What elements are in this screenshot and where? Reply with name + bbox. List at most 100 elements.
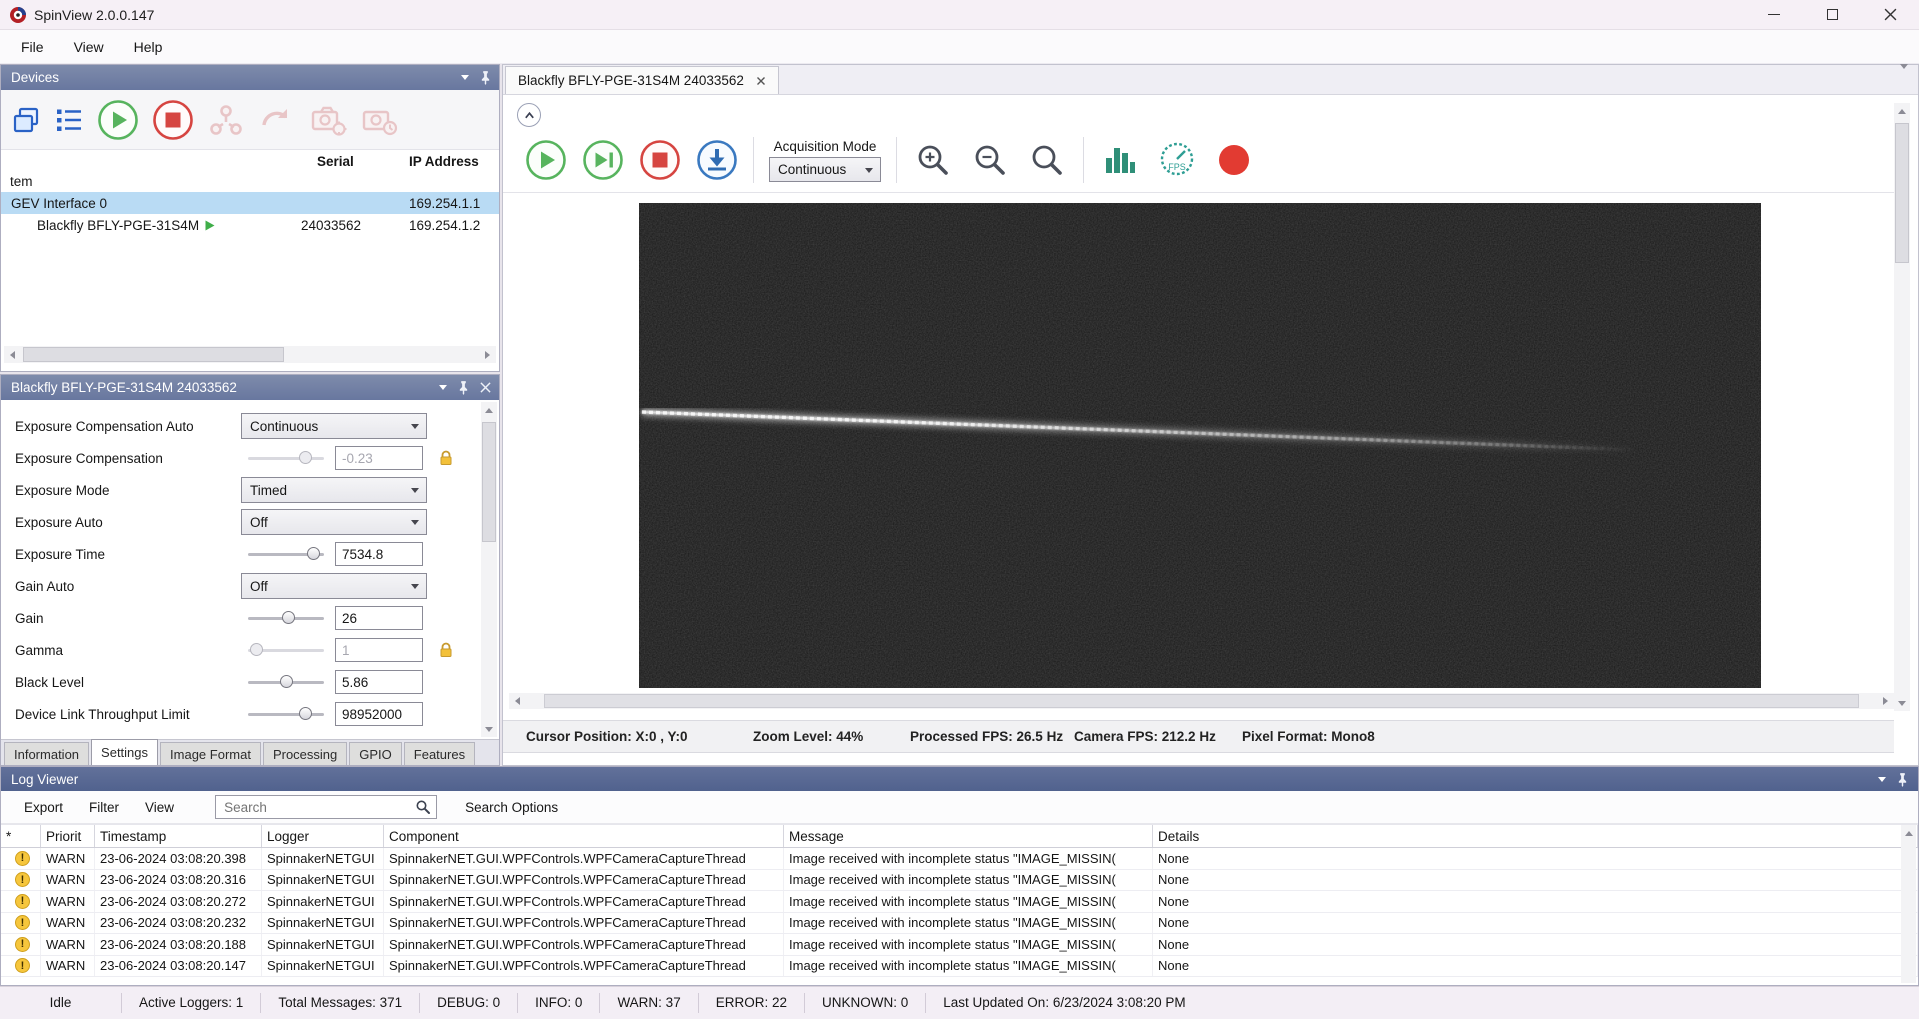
device-list-icon[interactable] xyxy=(54,105,84,135)
scroll-right-button[interactable] xyxy=(1877,693,1894,710)
stop-icon[interactable] xyxy=(639,139,681,181)
camera-image[interactable] xyxy=(639,203,1761,688)
stop-acquisition-icon[interactable] xyxy=(152,99,194,141)
settings-vertical-scrollbar[interactable] xyxy=(481,402,497,737)
slider-thumb[interactable] xyxy=(299,707,312,720)
column-header-timestamp[interactable]: Timestamp xyxy=(95,825,262,847)
column-header-details[interactable]: Details xyxy=(1153,825,1918,847)
gamma-slider[interactable] xyxy=(248,637,324,663)
gain-slider[interactable] xyxy=(248,605,324,631)
tab-overflow-chevron-icon[interactable] xyxy=(1900,69,1908,85)
search-icon[interactable] xyxy=(415,799,431,815)
scroll-down-button[interactable] xyxy=(481,721,497,737)
exposure-compensation-slider[interactable] xyxy=(248,445,324,471)
save-images-icon[interactable] xyxy=(696,139,738,181)
play-single-frame-icon[interactable] xyxy=(582,139,624,181)
menu-view[interactable]: View xyxy=(59,34,119,60)
black-level-slider[interactable] xyxy=(248,669,324,695)
exposure-compensation-input[interactable] xyxy=(335,446,423,470)
log-vertical-scrollbar[interactable] xyxy=(1901,825,1916,983)
panel-menu-chevron-icon[interactable] xyxy=(439,385,447,390)
scrollbar-thumb[interactable] xyxy=(23,347,284,362)
acquisition-mode-dropdown[interactable]: Continuous xyxy=(769,157,881,182)
log-row[interactable]: ! WARN 23-06-2024 03:08:20.147 Spinnaker… xyxy=(1,956,1918,978)
slider-thumb[interactable] xyxy=(282,611,295,624)
pin-icon[interactable] xyxy=(1897,772,1908,787)
scrollbar-thumb[interactable] xyxy=(544,694,1859,708)
start-acquisition-icon[interactable] xyxy=(97,99,139,141)
slider-thumb[interactable] xyxy=(250,643,263,656)
column-header-message[interactable]: Message xyxy=(784,825,1153,847)
slider-thumb[interactable] xyxy=(280,675,293,688)
minimize-button[interactable] xyxy=(1745,0,1803,29)
column-header-priority[interactable]: Priorit xyxy=(41,825,95,847)
log-menu-filter[interactable]: Filter xyxy=(76,795,132,820)
tab-features[interactable]: Features xyxy=(404,742,475,765)
log-row[interactable]: ! WARN 23-06-2024 03:08:20.272 Spinnaker… xyxy=(1,891,1918,913)
image-horizontal-scrollbar[interactable] xyxy=(509,693,1894,709)
tab-close-icon[interactable] xyxy=(756,76,766,86)
exposure-compensation-auto-dropdown[interactable]: Continuous xyxy=(241,413,427,439)
scroll-left-button[interactable] xyxy=(509,693,526,710)
gamma-input[interactable] xyxy=(335,638,423,662)
scroll-up-button[interactable] xyxy=(1894,103,1910,119)
scroll-right-button[interactable] xyxy=(479,346,496,363)
image-vertical-scrollbar[interactable] xyxy=(1894,103,1910,711)
device-link-throughput-slider[interactable] xyxy=(248,701,324,727)
lock-icon[interactable] xyxy=(438,450,454,466)
log-row[interactable]: ! WARN 23-06-2024 03:08:20.398 Spinnaker… xyxy=(1,848,1918,870)
devices-horizontal-scrollbar[interactable] xyxy=(4,346,496,363)
tab-settings[interactable]: Settings xyxy=(91,739,158,765)
collapse-toolbar-button[interactable] xyxy=(517,103,541,127)
scroll-up-button[interactable] xyxy=(1901,825,1917,841)
lock-icon[interactable] xyxy=(438,642,454,658)
log-search-input[interactable] xyxy=(224,800,415,815)
column-header-star[interactable]: * xyxy=(1,825,41,847)
tab-information[interactable]: Information xyxy=(4,742,89,765)
panel-menu-chevron-icon[interactable] xyxy=(1878,777,1886,782)
panel-close-icon[interactable] xyxy=(480,382,491,393)
column-header-item[interactable]: tem xyxy=(10,174,33,189)
exposure-time-input[interactable] xyxy=(335,542,423,566)
log-row[interactable]: ! WARN 23-06-2024 03:08:20.188 Spinnaker… xyxy=(1,934,1918,956)
log-row[interactable]: ! WARN 23-06-2024 03:08:20.232 Spinnaker… xyxy=(1,913,1918,935)
pin-icon[interactable] xyxy=(480,70,491,85)
fps-gauge-icon[interactable]: FPS xyxy=(1156,139,1198,181)
menu-file[interactable]: File xyxy=(6,34,59,60)
device-link-throughput-input[interactable] xyxy=(335,702,423,726)
black-level-input[interactable] xyxy=(335,670,423,694)
column-header-component[interactable]: Component xyxy=(384,825,784,847)
zoom-fit-icon[interactable] xyxy=(1026,139,1068,181)
exposure-mode-dropdown[interactable]: Timed xyxy=(241,477,427,503)
scroll-down-button[interactable] xyxy=(1894,695,1910,711)
maximize-button[interactable] xyxy=(1803,0,1861,29)
device-row-interface[interactable]: GEV Interface 0 169.254.1.1 xyxy=(1,192,499,214)
column-header-logger[interactable]: Logger xyxy=(262,825,384,847)
image-tab[interactable]: Blackfly BFLY-PGE-31S4M 24033562 xyxy=(505,66,779,94)
exposure-time-slider[interactable] xyxy=(248,541,324,567)
scrollbar-thumb[interactable] xyxy=(1895,123,1909,263)
scrollbar-thumb[interactable] xyxy=(482,422,496,542)
log-row[interactable]: ! WARN 23-06-2024 03:08:20.316 Spinnaker… xyxy=(1,870,1918,892)
log-menu-view[interactable]: View xyxy=(132,795,187,820)
tab-image-format[interactable]: Image Format xyxy=(160,742,261,765)
new-connection-icon[interactable] xyxy=(11,105,41,135)
search-options-button[interactable]: Search Options xyxy=(452,795,571,820)
log-menu-export[interactable]: Export xyxy=(11,795,76,820)
zoom-in-icon[interactable] xyxy=(912,139,954,181)
gain-input[interactable] xyxy=(335,606,423,630)
scroll-up-button[interactable] xyxy=(481,402,497,418)
column-header-ip[interactable]: IP Address xyxy=(409,154,479,169)
pin-icon[interactable] xyxy=(458,380,469,395)
scroll-left-button[interactable] xyxy=(4,346,21,363)
menu-help[interactable]: Help xyxy=(119,34,178,60)
tab-processing[interactable]: Processing xyxy=(263,742,347,765)
panel-menu-chevron-icon[interactable] xyxy=(461,75,469,80)
play-icon[interactable] xyxy=(525,139,567,181)
slider-thumb[interactable] xyxy=(307,547,320,560)
record-icon[interactable] xyxy=(1213,139,1255,181)
exposure-auto-dropdown[interactable]: Off xyxy=(241,509,427,535)
tab-gpio[interactable]: GPIO xyxy=(349,742,402,765)
gain-auto-dropdown[interactable]: Off xyxy=(241,573,427,599)
close-button[interactable] xyxy=(1861,0,1919,29)
